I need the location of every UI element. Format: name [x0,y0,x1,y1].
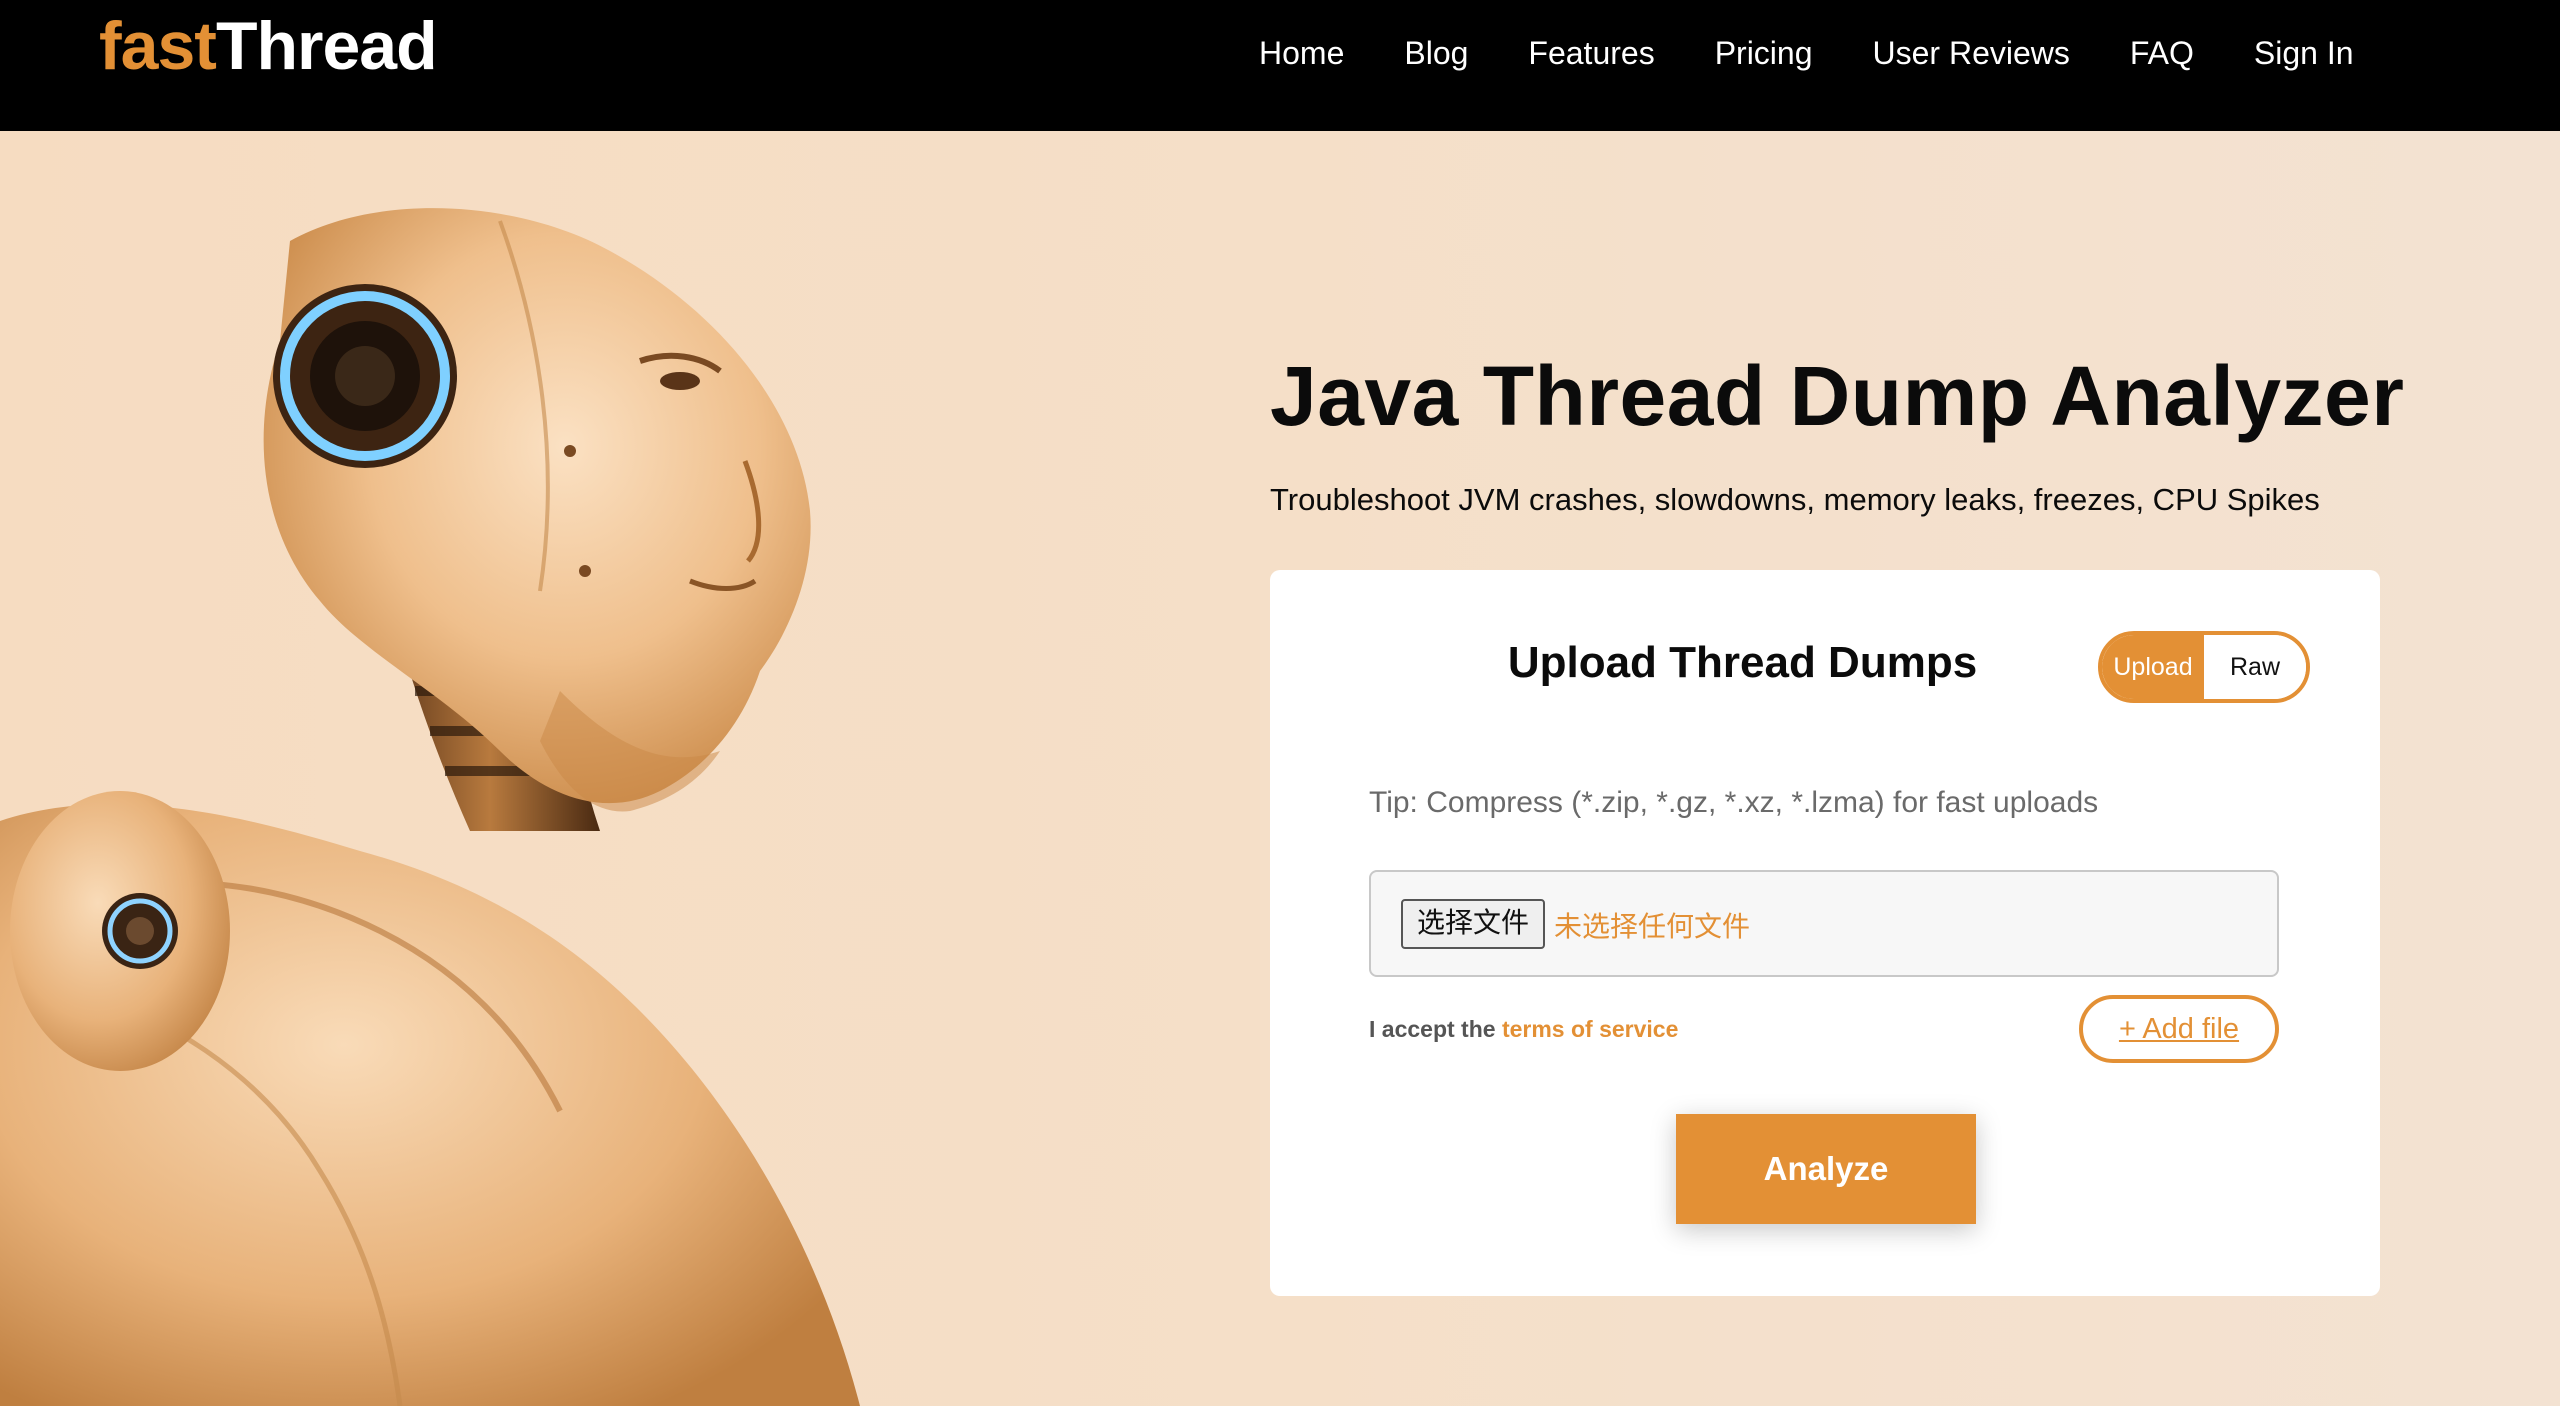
add-file-button[interactable]: + Add file [2079,995,2279,1063]
nav-home[interactable]: Home [1259,28,1344,78]
upload-card-title: Upload Thread Dumps [1507,638,1978,687]
choose-file-button[interactable]: 选择文件 [1401,899,1546,949]
file-input-box[interactable]: 选择文件 未选择任何文件 [1369,870,2279,977]
analyze-button[interactable]: Analyze [1676,1114,1976,1224]
logo-text-fast: fast [99,8,217,84]
page-subtitle: Troubleshoot JVM crashes, slowdowns, mem… [1270,482,2320,517]
logo[interactable]: fastThread [99,8,438,84]
terms-of-service-link[interactable]: terms of service [1502,1016,1678,1042]
toggle-raw-option[interactable]: Raw [2204,635,2306,699]
logo-text-thread: Thread [215,8,438,84]
nav-user-reviews[interactable]: User Reviews [1873,28,2070,78]
nav-pricing[interactable]: Pricing [1715,28,1813,78]
upload-card: Upload Thread Dumps Upload Raw Tip: Comp… [1270,570,2380,1296]
robot-illustration [0,208,860,1406]
terms-acceptance: I accept the terms of service [1369,1016,1678,1043]
upload-mode-toggle: Upload Raw [2098,631,2310,703]
nav-blog[interactable]: Blog [1404,28,1468,78]
nav-sign-in[interactable]: Sign In [2254,28,2354,78]
terms-prefix: I accept the [1369,1016,1502,1042]
nav-features[interactable]: Features [1528,28,1654,78]
main-nav: Home Blog Features Pricing User Reviews … [1259,28,2354,78]
upload-tip: Tip: Compress (*.zip, *.gz, *.xz, *.lzma… [1369,786,2099,819]
toggle-upload-option[interactable]: Upload [2102,635,2204,699]
top-navbar: fastThread Home Blog Features Pricing Us… [0,0,2560,131]
file-status-text: 未选择任何文件 [1554,910,1751,943]
page-title: Java Thread Dump Analyzer [1270,349,2405,443]
nav-faq[interactable]: FAQ [2130,28,2194,78]
